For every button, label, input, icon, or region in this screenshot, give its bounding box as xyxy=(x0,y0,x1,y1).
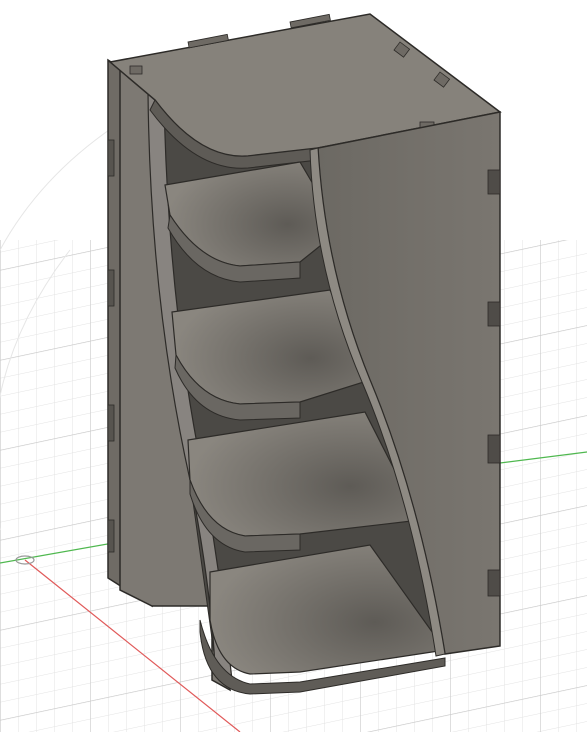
shelf-model[interactable] xyxy=(107,13,502,695)
viewport-canvas[interactable] xyxy=(0,0,587,732)
3d-viewport[interactable] xyxy=(0,0,587,732)
